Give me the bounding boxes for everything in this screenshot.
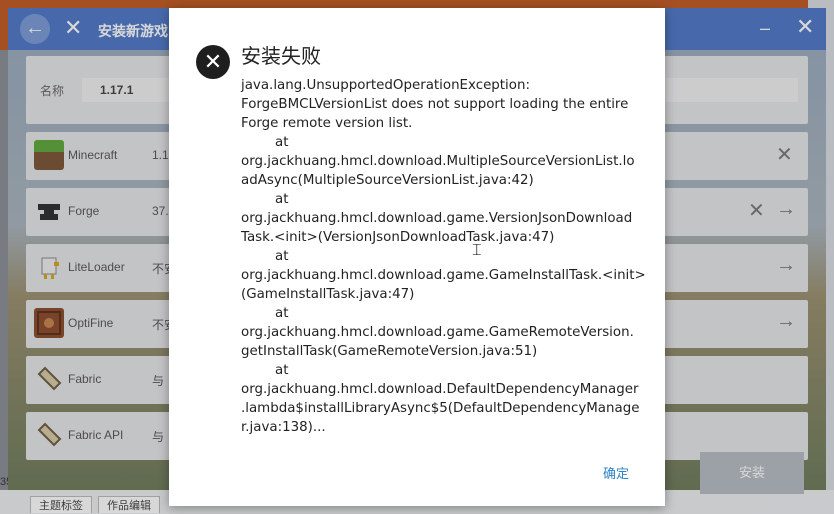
error-icon: ✕ [196, 45, 230, 79]
error-dialog: ✕ 安装失败 java.lang.UnsupportedOperationExc… [169, 8, 665, 506]
ok-button[interactable]: 确定 [603, 463, 629, 482]
error-message: java.lang.UnsupportedOperationException:… [241, 78, 646, 435]
dialog-title: 安装失败 [241, 46, 321, 68]
mouse-cursor-icon: ⌶ [472, 242, 482, 259]
